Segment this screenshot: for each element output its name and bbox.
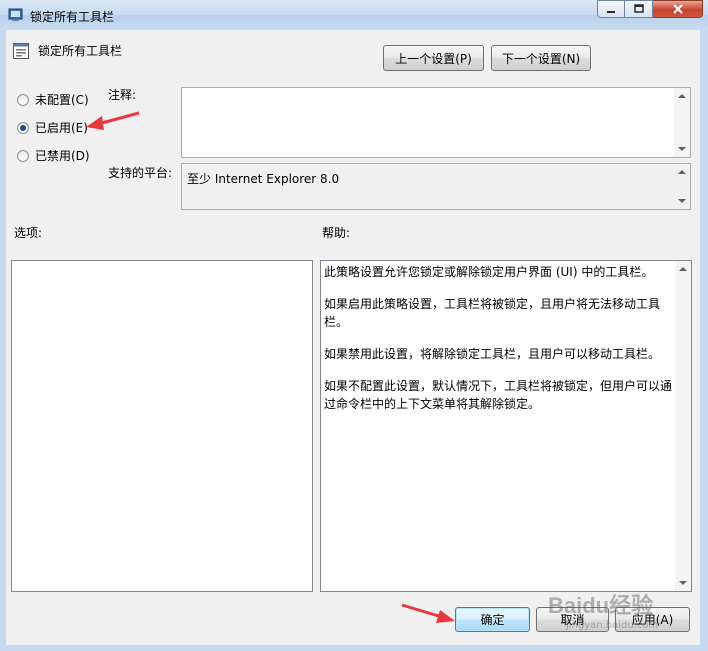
- options-label: 选项:: [14, 226, 43, 240]
- window-controls: [597, 0, 703, 20]
- radio-label: 未配置(C): [35, 93, 89, 107]
- window-frame-right: [700, 30, 708, 651]
- help-scrollbar[interactable]: [675, 261, 691, 591]
- scroll-down-arrow-icon[interactable]: [678, 199, 686, 203]
- close-button[interactable]: [653, 0, 703, 18]
- radio-enabled[interactable]: 已启用(E): [17, 119, 88, 136]
- minimize-button[interactable]: [597, 0, 625, 18]
- radio-label: 已禁用(D): [35, 149, 90, 163]
- watermark-url: jingyan.baidu.com: [566, 620, 659, 631]
- annotation-arrow-icon: [401, 603, 455, 623]
- maximize-button[interactable]: [625, 0, 653, 18]
- annotation-arrow-icon: [86, 111, 140, 130]
- options-pane[interactable]: [11, 260, 313, 592]
- next-setting-button[interactable]: 下一个设置(N): [491, 45, 591, 71]
- comment-textarea[interactable]: [181, 87, 691, 158]
- scroll-up-arrow-icon[interactable]: [679, 267, 687, 271]
- policy-window-icon: [8, 8, 23, 21]
- watermark-brand: Baidu经验: [548, 593, 654, 618]
- platform-scrollbar[interactable]: [674, 164, 690, 209]
- radio-disabled[interactable]: 已禁用(D): [17, 147, 90, 164]
- window-title: 锁定所有工具栏: [30, 10, 115, 24]
- radio-circle[interactable]: [17, 149, 29, 162]
- title-bar[interactable]: 锁定所有工具栏: [0, 0, 708, 31]
- close-icon: [672, 4, 683, 14]
- radio-circle[interactable]: [17, 93, 29, 106]
- help-paragraph: 如果不配置此设置，默认情况下，工具栏将被锁定，但用户可以通过命令栏中的上下文菜单…: [324, 379, 673, 411]
- radio-circle[interactable]: [17, 121, 29, 134]
- help-paragraph: 此策略设置允许您锁定或解除锁定用户界面 (UI) 中的工具栏。: [324, 265, 654, 279]
- ok-button[interactable]: 确定: [455, 607, 530, 632]
- scroll-down-arrow-icon[interactable]: [679, 581, 687, 585]
- radio-selected-dot: [20, 124, 26, 131]
- window-frame-bottom: [0, 645, 708, 651]
- minimize-icon: [607, 11, 615, 13]
- help-label: 帮助:: [322, 226, 351, 240]
- supported-platform-label: 支持的平台:: [108, 166, 173, 180]
- policy-setting-icon: [13, 43, 29, 59]
- scroll-down-arrow-icon[interactable]: [678, 147, 686, 151]
- radio-not-configured[interactable]: 未配置(C): [17, 91, 89, 108]
- policy-title: 锁定所有工具栏: [38, 44, 123, 58]
- scroll-up-arrow-icon[interactable]: [678, 94, 686, 98]
- help-paragraph: 如果禁用此设置，将解除锁定工具栏，且用户可以移动工具栏。: [324, 347, 661, 361]
- radio-label: 已启用(E): [35, 121, 88, 135]
- scroll-up-arrow-icon[interactable]: [678, 170, 686, 174]
- supported-platform-value: 至少 Internet Explorer 8.0: [187, 172, 340, 186]
- help-pane[interactable]: 此策略设置允许您锁定或解除锁定用户界面 (UI) 中的工具栏。 如果启用此策略设…: [320, 260, 692, 592]
- previous-setting-button[interactable]: 上一个设置(P): [383, 45, 484, 71]
- supported-platform-box: 至少 Internet Explorer 8.0: [181, 163, 691, 210]
- maximize-icon: [633, 4, 644, 13]
- comment-label: 注释:: [108, 88, 137, 102]
- comment-scrollbar[interactable]: [674, 88, 690, 157]
- help-paragraph: 如果启用此策略设置，工具栏将被锁定，且用户将无法移动工具栏。: [324, 297, 661, 329]
- help-text: 此策略设置允许您锁定或解除锁定用户界面 (UI) 中的工具栏。 如果启用此策略设…: [324, 263, 674, 427]
